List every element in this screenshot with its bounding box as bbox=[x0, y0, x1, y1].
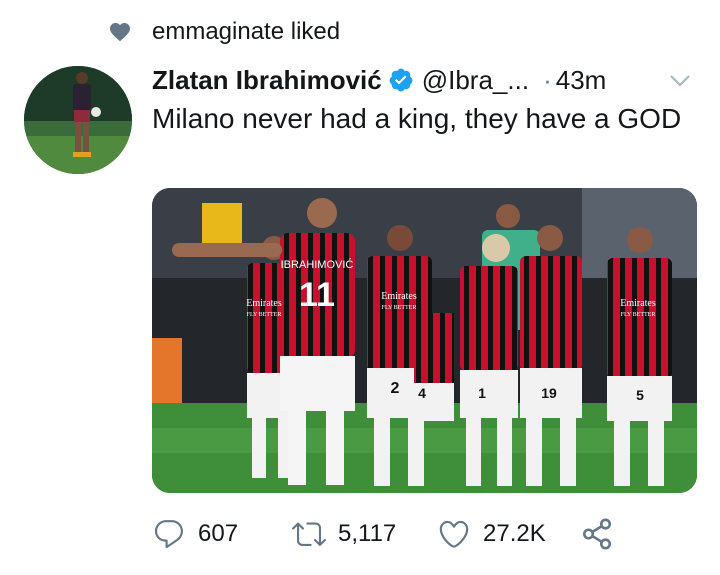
verified-badge-icon bbox=[389, 68, 413, 92]
like-button[interactable]: 27.2K bbox=[437, 517, 580, 551]
sponsor-text-right: Emirates bbox=[620, 298, 656, 309]
like-count: 27.2K bbox=[483, 520, 546, 547]
chevron-down-icon[interactable] bbox=[668, 68, 692, 92]
share-button[interactable] bbox=[580, 517, 614, 551]
shorts-number-19: 19 bbox=[541, 385, 557, 401]
sponsor-text-left: Emirates bbox=[246, 298, 282, 309]
jersey-name: IBRAHIMOVIĆ bbox=[281, 258, 354, 271]
avatar-image bbox=[24, 66, 132, 174]
share-icon bbox=[582, 518, 612, 550]
retweet-count: 5,117 bbox=[338, 520, 397, 547]
shorts-number-5: 5 bbox=[636, 387, 644, 403]
reply-icon bbox=[154, 520, 183, 549]
reply-count: 607 bbox=[198, 520, 239, 547]
tweet-header: Zlatan Ibrahimović @Ibra_... · 43m bbox=[152, 60, 700, 100]
tweet-timestamp[interactable]: 43m bbox=[556, 65, 607, 96]
sponsor-text-center: Emirates bbox=[381, 291, 417, 302]
tweet-actions: 607 5,117 27.2K bbox=[152, 514, 700, 554]
retweet-button[interactable]: 5,117 bbox=[292, 517, 437, 551]
sponsor-tagline-center: FLY BETTER bbox=[382, 305, 417, 311]
avatar[interactable] bbox=[24, 66, 132, 174]
author-name[interactable]: Zlatan Ibrahimović bbox=[152, 65, 382, 96]
separator-dot: · bbox=[543, 64, 552, 95]
reply-button[interactable]: 607 bbox=[152, 517, 292, 551]
retweet-icon bbox=[292, 522, 326, 546]
sponsor-tagline-right: FLY BETTER bbox=[621, 312, 656, 318]
team-celebration-photo: IBRAHIMOVIĆ 11 Emirates FLY BETTER Emira… bbox=[152, 188, 697, 493]
shorts-number-2: 2 bbox=[391, 380, 400, 397]
tweet-text: Milano never had a king, they have a GOD bbox=[152, 103, 682, 134]
tweet-image[interactable]: IBRAHIMOVIĆ 11 Emirates FLY BETTER Emira… bbox=[152, 188, 697, 493]
like-heart-icon bbox=[439, 520, 469, 548]
heart-icon bbox=[110, 23, 130, 42]
social-context[interactable]: emmaginate liked bbox=[108, 14, 340, 50]
author-handle[interactable]: @Ibra_... bbox=[422, 65, 529, 96]
jersey-number: 11 bbox=[299, 276, 335, 314]
social-context-text: emmaginate liked bbox=[152, 18, 341, 45]
sponsor-tagline-left: FLY BETTER bbox=[247, 312, 282, 318]
shorts-number-1: 1 bbox=[478, 385, 486, 401]
shorts-number-4: 4 bbox=[418, 385, 426, 401]
